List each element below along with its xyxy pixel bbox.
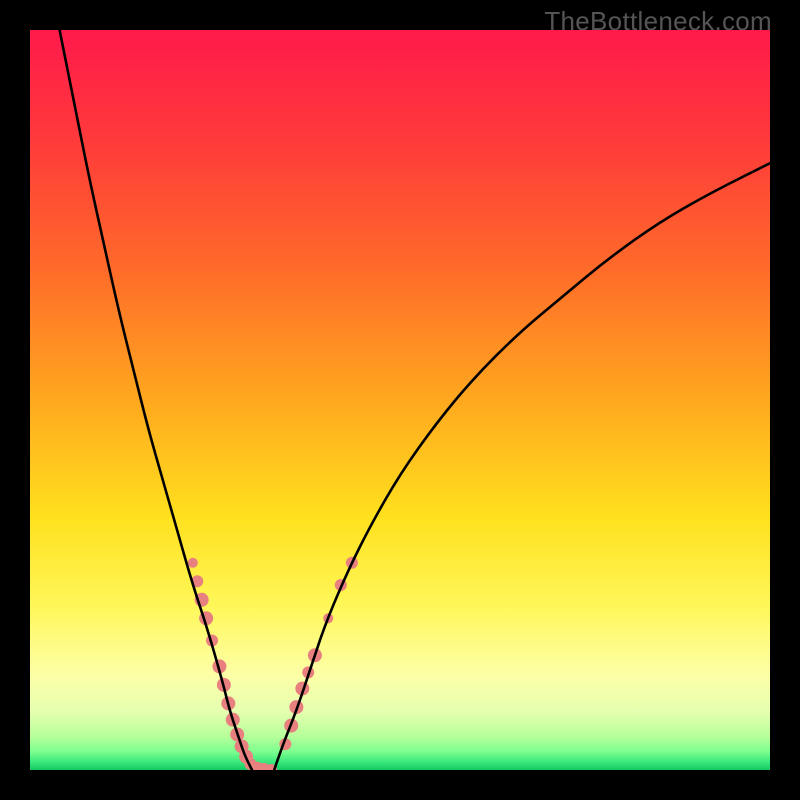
- right-curve: [274, 163, 770, 770]
- left-curve: [60, 30, 252, 770]
- marker-layer: [188, 557, 358, 770]
- chart-frame: TheBottleneck.com: [0, 0, 800, 800]
- plot-area: [30, 30, 770, 770]
- curve-layer: [30, 30, 770, 770]
- data-marker: [188, 558, 198, 568]
